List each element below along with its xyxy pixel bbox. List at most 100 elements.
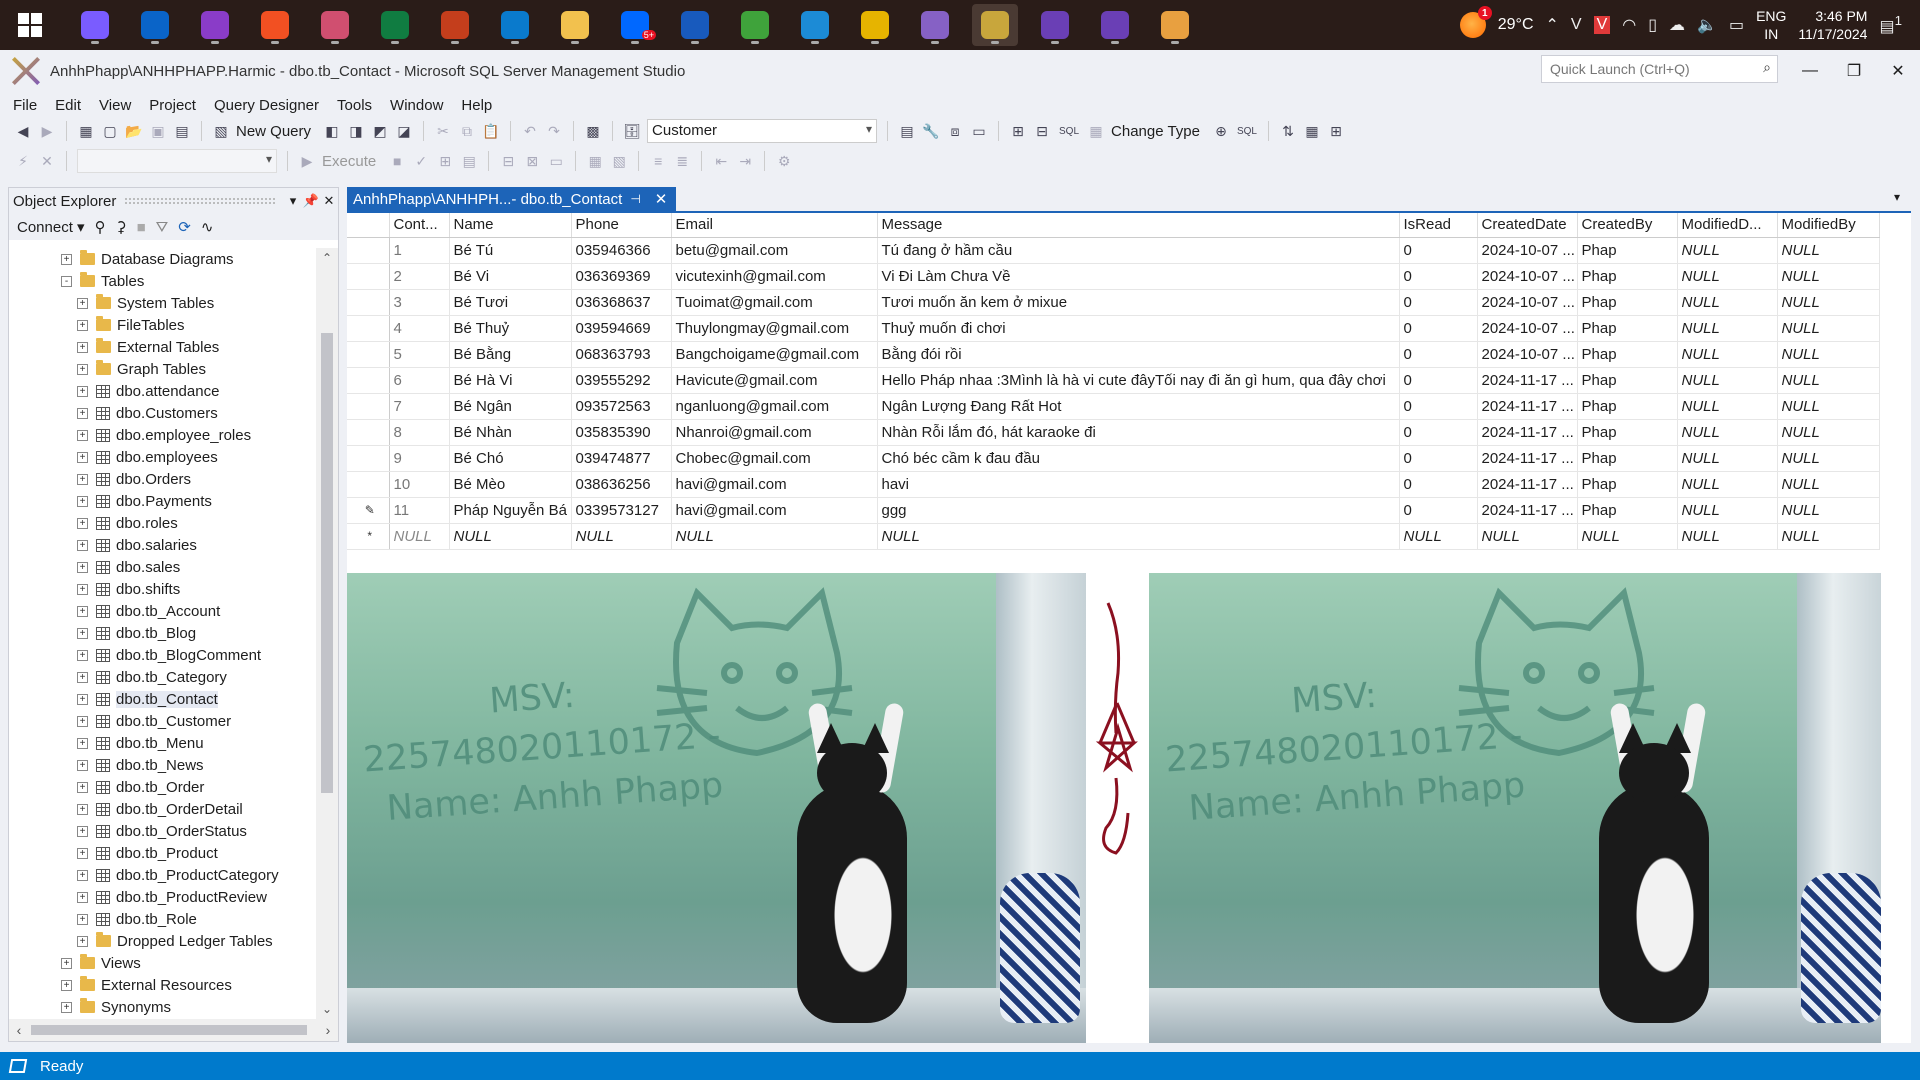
grid-cell[interactable]: NULL: [671, 523, 878, 550]
grid-cell[interactable]: NULL: [1777, 237, 1880, 264]
tree-node-dbo-tb-role[interactable]: + dbo.tb_Role: [9, 908, 316, 930]
cococ-browser-taskbar-button[interactable]: [732, 4, 778, 46]
dax-query-icon[interactable]: ◪: [395, 122, 413, 140]
cloud-icon[interactable]: ☁: [1669, 15, 1685, 35]
tree-node-dbo-tb-productcategory[interactable]: + dbo.tb_ProductCategory: [9, 864, 316, 886]
grid-cell[interactable]: NULL: [1777, 289, 1880, 316]
weather-icon[interactable]: 1: [1459, 6, 1492, 38]
grid-cell[interactable]: Pháp Nguyễn Bá: [449, 497, 572, 524]
grid-cell[interactable]: NULL: [1677, 263, 1778, 290]
grid-cell[interactable]: NULL: [389, 523, 450, 550]
scroll-left-icon[interactable]: ‹: [9, 1019, 29, 1041]
disconnect-icon[interactable]: ✕: [38, 152, 56, 170]
row-selector[interactable]: [347, 367, 390, 394]
grid-cell[interactable]: havi@gmail.com: [671, 471, 878, 498]
menu-file[interactable]: File: [4, 97, 46, 114]
connect-plug-icon[interactable]: ⚡: [14, 152, 32, 170]
grid-cell[interactable]: Tuoimat@gmail.com: [671, 289, 878, 316]
grid-cell[interactable]: NULL: [1677, 289, 1778, 316]
results-to-text-icon[interactable]: ▭: [547, 152, 565, 170]
grid-cell[interactable]: Bé Tú: [449, 237, 572, 264]
phone-link-icon[interactable]: ▯: [1648, 15, 1657, 35]
grid-cell[interactable]: Phap: [1577, 341, 1678, 368]
new-query-icon[interactable]: ▧: [212, 122, 230, 140]
grid-cell[interactable]: NULL: [1677, 341, 1778, 368]
column-header[interactable]: Cont...: [389, 213, 450, 238]
expand-icon[interactable]: +: [77, 319, 88, 331]
new-project-icon[interactable]: ▦: [77, 122, 95, 140]
grid-cell[interactable]: 10: [389, 471, 450, 498]
grid-cell[interactable]: NULL: [1677, 445, 1778, 472]
tree-node-dbo-tb-productreview[interactable]: + dbo.tb_ProductReview: [9, 886, 316, 908]
hscroll-thumb[interactable]: [31, 1025, 307, 1035]
results-pane-icon[interactable]: ▦: [1087, 122, 1105, 140]
expand-icon[interactable]: +: [77, 605, 88, 617]
table-row[interactable]: 2 Bé Vi 036369369 vicutexinh@gmail.com Vi Đi…: [347, 263, 1880, 290]
tree-node-dbo-shifts[interactable]: + dbo.shifts: [9, 578, 316, 600]
grid-cell[interactable]: Ngân Lượng Đang Rất Hot: [877, 393, 1400, 420]
table-row[interactable]: 7 Bé Ngân 093572563 nganluong@gmail.com Ngân…: [347, 393, 1880, 420]
dmx-query-icon[interactable]: ◨: [347, 122, 365, 140]
notification-icon[interactable]: ▤1: [1879, 13, 1902, 36]
grid-cell[interactable]: Bé Tươi: [449, 289, 572, 316]
row-selector[interactable]: [347, 237, 390, 264]
show-diagram-pane-icon[interactable]: ⊞: [1009, 122, 1027, 140]
tree-node-dbo-orders[interactable]: + dbo.Orders: [9, 468, 316, 490]
grid-cell[interactable]: Bé Hà Vi: [449, 367, 572, 394]
visual-studio-preview-taskbar-button[interactable]: [1032, 4, 1078, 46]
expand-icon[interactable]: +: [77, 649, 88, 661]
grid-cell[interactable]: 0: [1399, 341, 1478, 368]
scroll-thumb[interactable]: [321, 333, 333, 793]
grid-cell[interactable]: NULL: [1777, 341, 1880, 368]
add-table-icon[interactable]: ▦: [1303, 122, 1321, 140]
grid-cell[interactable]: NULL: [571, 523, 672, 550]
grid-cell[interactable]: NULL: [1677, 315, 1778, 342]
mdx-query-icon[interactable]: ◧: [323, 122, 341, 140]
expand-icon[interactable]: +: [77, 517, 88, 529]
tree-node-tables[interactable]: - Tables: [9, 270, 316, 292]
tree-node-dbo-roles[interactable]: + dbo.roles: [9, 512, 316, 534]
ssms-taskbar-button[interactable]: [972, 4, 1018, 46]
grid-cell[interactable]: Bé Nhàn: [449, 419, 572, 446]
edit-pencil-icon[interactable]: ✎: [347, 497, 390, 524]
grid-cell[interactable]: NULL: [1777, 523, 1880, 550]
expand-icon[interactable]: +: [77, 737, 88, 749]
outlook-taskbar-button[interactable]: [132, 4, 178, 46]
tree-node-dbo-tb-blog[interactable]: + dbo.tb_Blog: [9, 622, 316, 644]
column-header[interactable]: CreatedBy: [1577, 213, 1678, 238]
grid-cell[interactable]: NULL: [449, 523, 572, 550]
tree-node-synonyms[interactable]: + Synonyms: [9, 996, 316, 1018]
tree-node-database-diagrams[interactable]: + Database Diagrams: [9, 248, 316, 270]
available-databases-combo[interactable]: [77, 149, 277, 173]
save-icon[interactable]: ▣: [149, 122, 167, 140]
expand-icon[interactable]: +: [61, 1001, 72, 1013]
column-header[interactable]: Name: [449, 213, 572, 238]
zalo-taskbar-button[interactable]: 5+: [612, 4, 658, 46]
menu-query-designer[interactable]: Query Designer: [205, 97, 328, 114]
grid-cell[interactable]: 0339573127: [571, 497, 672, 524]
grid-cell[interactable]: 0: [1399, 393, 1478, 420]
temperature[interactable]: 29°C: [1498, 16, 1534, 34]
grid-cell[interactable]: 2024-11-17 ...: [1477, 471, 1578, 498]
decrease-indent-icon[interactable]: ⇤: [712, 152, 730, 170]
row-selector[interactable]: [347, 445, 390, 472]
uncomment-icon[interactable]: ≣: [673, 152, 691, 170]
expand-icon[interactable]: +: [77, 935, 88, 947]
start-button[interactable]: [0, 0, 60, 50]
grid-cell[interactable]: Phap: [1577, 263, 1678, 290]
new-row[interactable]: * NULL NULL NULL NULL NULL NULL NULL NULL NULL NUL…: [347, 523, 1880, 550]
tree-node-dbo-tb-product[interactable]: + dbo.tb_Product: [9, 842, 316, 864]
xmla-query-icon[interactable]: ◩: [371, 122, 389, 140]
new-query-button[interactable]: New Query: [236, 123, 311, 140]
grid-cell[interactable]: 11: [389, 497, 450, 524]
expand-icon[interactable]: +: [77, 385, 88, 397]
expand-icon[interactable]: +: [77, 561, 88, 573]
expand-icon[interactable]: +: [77, 297, 88, 309]
tree-node-dbo-sales[interactable]: + dbo.sales: [9, 556, 316, 578]
tree-node-dbo-customers[interactable]: + dbo.Customers: [9, 402, 316, 424]
microsoft-store-taskbar-button[interactable]: [252, 4, 298, 46]
grid-cell[interactable]: Phap: [1577, 367, 1678, 394]
tree-node-dbo-tb-blogcomment[interactable]: + dbo.tb_BlogComment: [9, 644, 316, 666]
tree-node-dbo-salaries[interactable]: + dbo.salaries: [9, 534, 316, 556]
table-row[interactable]: 8 Bé Nhàn 035835390 Nhanroi@gmail.com Nhàn R…: [347, 419, 1880, 446]
